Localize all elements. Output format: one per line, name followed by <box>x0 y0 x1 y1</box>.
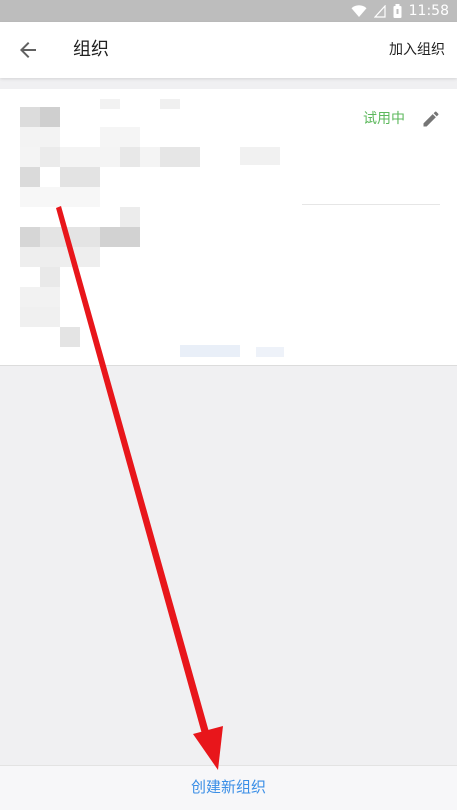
card-divider <box>302 204 440 205</box>
annotation-arrow-head <box>193 726 223 770</box>
organization-card[interactable]: 试用中 <box>0 89 457 366</box>
page-title: 组织 <box>73 39 109 60</box>
battery-icon <box>393 4 402 18</box>
create-organization-button[interactable]: 创建新组织 <box>0 776 457 798</box>
pixelated-block <box>20 187 100 207</box>
pixelated-block <box>100 227 140 247</box>
pixelated-block <box>20 247 100 267</box>
pixelated-block <box>20 167 40 187</box>
wifi-icon <box>351 4 367 17</box>
pencil-edit-icon[interactable] <box>421 109 441 129</box>
pixelated-block <box>180 345 240 357</box>
pixelated-block <box>40 267 60 287</box>
join-organization-button[interactable]: 加入组织 <box>389 40 445 60</box>
bottom-bar: 创建新组织 <box>0 765 457 810</box>
pixelated-block <box>240 147 280 165</box>
pixelated-block <box>40 107 60 127</box>
pixelated-block <box>256 347 284 357</box>
pixelated-block <box>160 147 200 167</box>
pixelated-block <box>120 147 140 167</box>
pixelated-block <box>60 167 100 187</box>
pixelated-block <box>100 127 140 147</box>
pixelated-block <box>120 207 140 227</box>
trial-status-badge: 试用中 <box>363 111 405 127</box>
pixelated-block <box>60 327 80 347</box>
pixelated-block <box>20 227 40 247</box>
pixelated-block <box>20 127 60 147</box>
signal-icon <box>373 4 386 18</box>
status-bar: 11:58 <box>0 0 457 22</box>
back-arrow-icon[interactable] <box>16 38 40 62</box>
pixelated-block <box>20 287 60 307</box>
app-bar: 组织 加入组织 <box>0 22 457 78</box>
pixelated-block <box>40 147 60 167</box>
pixelated-block <box>20 307 60 327</box>
pixelated-block <box>100 99 120 109</box>
status-time: 11:58 <box>408 3 449 19</box>
pixelated-block <box>160 99 180 109</box>
